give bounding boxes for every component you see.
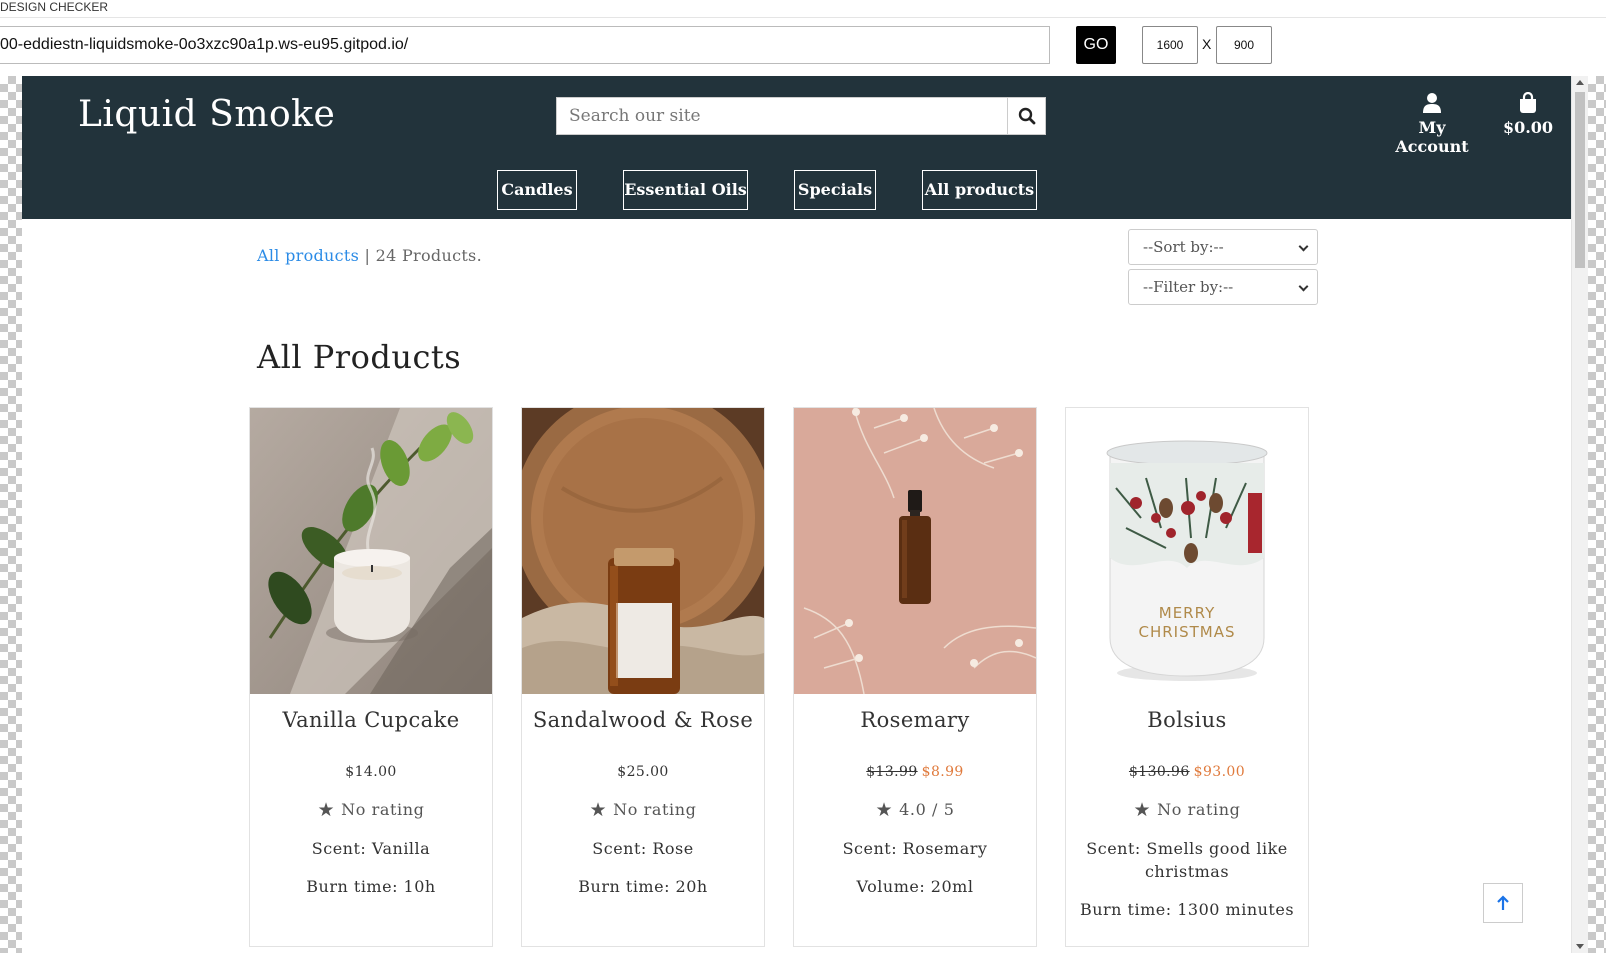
design-checker-title: DESIGN CHECKER <box>0 0 1606 18</box>
product-image-vanilla-cupcake[interactable] <box>250 408 492 694</box>
candle-label-line-1: MERRY <box>1159 604 1215 622</box>
site-header: Liquid Smoke My Account <box>22 76 1571 219</box>
search-input[interactable] <box>557 98 1009 134</box>
go-button[interactable]: GO <box>1076 26 1116 64</box>
candle-label-line-2: CHRISTMAS <box>1138 623 1235 641</box>
nav-specials[interactable]: Specials <box>794 170 876 210</box>
product-image-sandalwood-rose[interactable] <box>522 408 764 694</box>
product-volume: Volume: 20ml <box>856 877 974 896</box>
product-original-price: $13.99 <box>866 764 918 780</box>
transparency-background-left <box>0 76 22 953</box>
breadcrumb: All products | 24 Products. <box>257 246 482 265</box>
design-checker-toolbar: 00-eddiestn-liquidsmoke-0o3xzc90a1p.ws-e… <box>0 18 1606 74</box>
scroll-down-arrow-icon[interactable] <box>1576 944 1584 949</box>
product-sale-price: $8.99 <box>921 764 964 780</box>
product-price: $13.99 $8.99 <box>794 764 1036 780</box>
rating-text: 4.0 / 5 <box>899 800 955 819</box>
nav-essential-oils[interactable]: Essential Oils <box>623 170 748 210</box>
product-card[interactable]: Sandalwood & Rose $25.00 ★ No rating Scen… <box>521 407 765 947</box>
product-card[interactable]: Rosemary $13.99 $8.99 ★ 4.0 / 5 Scent: Ros… <box>793 407 1037 947</box>
my-account-label: My Account <box>1395 118 1469 156</box>
my-account-link[interactable]: My Account <box>1382 92 1482 156</box>
star-icon: ★ <box>1133 799 1152 821</box>
product-burn-time: Burn time: 20h <box>578 877 708 896</box>
product-burn-time: Burn time: 10h <box>306 877 436 896</box>
scroll-thumb[interactable] <box>1575 92 1585 268</box>
search-button[interactable] <box>1007 98 1045 134</box>
product-original-price: $130.96 <box>1128 764 1190 780</box>
product-scent: Scent: Smells good like christmas <box>1086 839 1288 881</box>
chevron-down-icon <box>1298 241 1309 252</box>
scroll-up-arrow-icon[interactable] <box>1576 80 1584 85</box>
product-name[interactable]: Bolsius <box>1066 708 1308 732</box>
site-viewport: Liquid Smoke My Account <box>22 76 1571 953</box>
rating-text: No rating <box>341 800 425 819</box>
product-image-bolsius[interactable]: MERRY CHRISTMAS <box>1066 408 1308 694</box>
rating-text: No rating <box>613 800 697 819</box>
transparency-background-right <box>1588 76 1606 953</box>
product-scent: Scent: Rose <box>592 839 694 858</box>
product-rating: ★ No rating <box>522 799 764 821</box>
shopping-bag-icon <box>1502 91 1554 118</box>
chevron-down-icon <box>1298 281 1309 292</box>
height-input[interactable]: 900 <box>1216 26 1272 64</box>
url-input[interactable]: 00-eddiestn-liquidsmoke-0o3xzc90a1p.ws-e… <box>0 26 1050 64</box>
breadcrumb-all-products-link[interactable]: All products <box>257 246 359 265</box>
product-burn-time: Burn time: 1300 minutes <box>1079 900 1295 919</box>
product-image-rosemary[interactable] <box>794 408 1036 694</box>
site-logo[interactable]: Liquid Smoke <box>78 94 335 135</box>
filter-select-value: --Filter by:-- <box>1143 278 1234 296</box>
product-count: 24 Products. <box>375 246 482 265</box>
page-title: All Products <box>257 338 462 376</box>
product-price: $25.00 <box>617 764 669 780</box>
search-icon <box>1018 107 1035 125</box>
product-scent: Scent: Vanilla <box>311 839 431 858</box>
nav-all-products[interactable]: All products <box>922 170 1037 210</box>
product-rating: ★ No rating <box>250 799 492 821</box>
product-card[interactable]: Vanilla Cupcake $14.00 ★ No rating Scent:… <box>249 407 493 947</box>
product-rating: ★ 4.0 / 5 <box>794 799 1036 821</box>
product-name[interactable]: Vanilla Cupcake <box>250 708 492 732</box>
product-price: $130.96 $93.00 <box>1066 764 1308 780</box>
breadcrumb-separator: | <box>359 246 376 265</box>
sort-select-value: --Sort by:-- <box>1143 238 1224 256</box>
shopping-bag-link[interactable]: $0.00 <box>1502 91 1554 137</box>
product-scent: Scent: Rosemary <box>842 839 988 858</box>
product-card[interactable]: MERRY CHRISTMAS Bolsius $130.96 $93.00 ★ N… <box>1065 407 1309 947</box>
dimension-separator: X <box>1202 36 1212 52</box>
star-icon: ★ <box>317 799 336 821</box>
bag-total: $0.00 <box>1502 118 1554 137</box>
star-icon: ★ <box>589 799 608 821</box>
product-name[interactable]: Rosemary <box>794 708 1036 732</box>
arrow-up-icon <box>1497 895 1509 910</box>
user-icon <box>1382 92 1482 118</box>
product-rating: ★ No rating <box>1066 799 1308 821</box>
back-to-top-button[interactable] <box>1483 883 1523 923</box>
product-name[interactable]: Sandalwood & Rose <box>522 708 764 732</box>
sort-select[interactable]: --Sort by:-- <box>1128 229 1318 265</box>
product-sale-price: $93.00 <box>1193 764 1246 780</box>
rating-text: No rating <box>1157 800 1241 819</box>
width-input[interactable]: 1600 <box>1142 26 1198 64</box>
page-scrollbar[interactable] <box>1571 76 1588 953</box>
nav-candles[interactable]: Candles <box>497 170 577 210</box>
filter-select[interactable]: --Filter by:-- <box>1128 269 1318 305</box>
product-price: $14.00 <box>345 764 397 780</box>
star-icon: ★ <box>875 799 894 821</box>
search-form <box>556 97 1046 135</box>
